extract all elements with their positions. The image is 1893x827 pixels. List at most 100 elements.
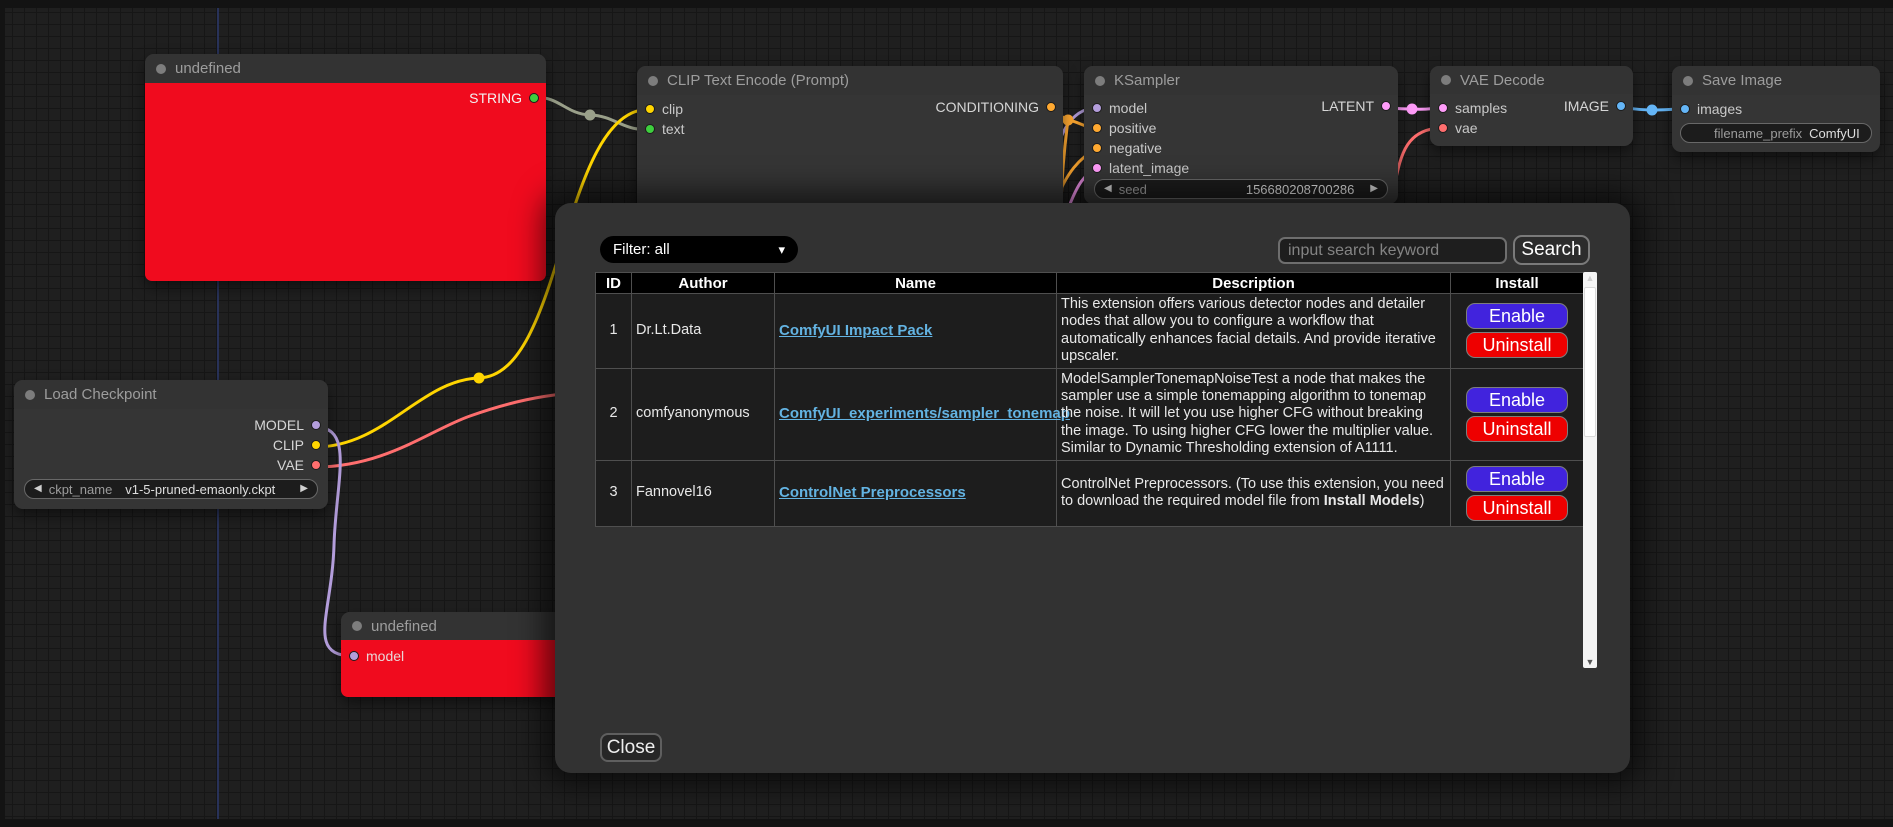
- description-cell: ControlNet Preprocessors. (To use this e…: [1057, 460, 1451, 526]
- output-slot-label: CONDITIONING: [936, 99, 1039, 115]
- search-button[interactable]: Search: [1513, 235, 1590, 265]
- node-title-bar[interactable]: undefined: [341, 612, 567, 640]
- node-title-bar[interactable]: KSampler: [1084, 66, 1398, 95]
- clip-slot-dot-icon[interactable]: [311, 440, 321, 450]
- latent-slot-dot-icon[interactable]: [1092, 163, 1102, 173]
- node-load-checkpoint[interactable]: Load Checkpoint MODEL CLIP VAE ◀ ckpt_na…: [14, 380, 328, 509]
- string-slot-dot-icon[interactable]: [529, 93, 539, 103]
- input-slot-model[interactable]: model: [341, 646, 567, 666]
- uninstall-button[interactable]: Uninstall: [1466, 332, 1568, 358]
- input-slot-negative[interactable]: negative: [1084, 138, 1398, 158]
- node-status-dot-icon: [1683, 76, 1693, 86]
- latent-slot-dot-icon[interactable]: [1438, 103, 1448, 113]
- output-slot-vae[interactable]: VAE: [277, 457, 321, 473]
- scrollbar-thumb[interactable]: [1584, 287, 1596, 437]
- node-body-error: STRING: [145, 83, 546, 281]
- enable-button[interactable]: Enable: [1466, 466, 1568, 492]
- model-slot-dot-icon[interactable]: [349, 651, 359, 661]
- widget-label: filename_prefix: [1714, 126, 1802, 141]
- table-header-row: ID Author Name Description Install: [596, 273, 1584, 294]
- description-cell: This extension offers various detector n…: [1057, 294, 1451, 369]
- reroute-dot-image: [1647, 105, 1658, 116]
- node-title-bar[interactable]: Save Image: [1672, 66, 1880, 95]
- extension-table: ID Author Name Description Install 1Dr.L…: [595, 272, 1584, 527]
- conditioning-slot-dot-icon[interactable]: [1046, 102, 1056, 112]
- vae-slot-dot-icon[interactable]: [311, 460, 321, 470]
- output-slot-label: MODEL: [254, 417, 304, 433]
- header-author: Author: [632, 273, 775, 294]
- input-slot-images[interactable]: images: [1672, 99, 1880, 119]
- input-slot-label: model: [1109, 100, 1147, 116]
- node-vae-decode[interactable]: VAE Decode samples vae IMAGE: [1430, 66, 1633, 146]
- latent-slot-dot-icon[interactable]: [1381, 101, 1391, 111]
- output-slot-string[interactable]: STRING: [469, 90, 539, 106]
- node-ksampler[interactable]: KSampler model positive negative latent_…: [1084, 66, 1398, 204]
- model-slot-dot-icon[interactable]: [311, 420, 321, 430]
- text-slot-dot-icon[interactable]: [645, 124, 655, 134]
- header-id: ID: [596, 273, 632, 294]
- table-row: 2comfyanonymousComfyUI_experiments/sampl…: [596, 368, 1584, 460]
- input-slot-positive[interactable]: positive: [1084, 118, 1398, 138]
- uninstall-button[interactable]: Uninstall: [1466, 416, 1568, 442]
- input-slot-label: samples: [1455, 100, 1507, 116]
- name-cell: ControlNet Preprocessors: [775, 460, 1057, 526]
- node-undefined-top[interactable]: undefined STRING: [145, 54, 546, 281]
- image-slot-dot-icon[interactable]: [1680, 104, 1690, 114]
- node-title: KSampler: [1114, 72, 1180, 89]
- node-undefined-bottom[interactable]: undefined model: [341, 612, 567, 697]
- decrement-arrow-icon[interactable]: ◀: [34, 484, 42, 494]
- input-slot-label: latent_image: [1109, 160, 1189, 176]
- input-slot-text[interactable]: text: [637, 119, 1063, 139]
- clip-slot-dot-icon[interactable]: [645, 104, 655, 114]
- extension-link[interactable]: ComfyUI Impact Pack: [779, 322, 932, 339]
- close-button[interactable]: Close: [600, 733, 662, 762]
- output-slot-conditioning[interactable]: CONDITIONING: [936, 99, 1056, 115]
- reroute-dot-string: [585, 110, 596, 121]
- ckpt-name-stepper[interactable]: ◀ ckpt_name v1-5-pruned-emaonly.ckpt ▶: [24, 479, 318, 499]
- input-slot-latent-image[interactable]: latent_image: [1084, 158, 1398, 178]
- install-cell: Enable Uninstall: [1451, 368, 1584, 460]
- model-slot-dot-icon[interactable]: [1092, 103, 1102, 113]
- node-title: CLIP Text Encode (Prompt): [667, 72, 849, 89]
- enable-button[interactable]: Enable: [1466, 303, 1568, 329]
- node-body-error: model: [341, 640, 567, 697]
- node-title-bar[interactable]: undefined: [145, 54, 546, 83]
- input-slot-label: clip: [662, 101, 683, 117]
- input-slot-vae[interactable]: vae: [1430, 118, 1633, 138]
- author-cell: Dr.Lt.Data: [632, 294, 775, 369]
- extension-link[interactable]: ComfyUI_experiments/sampler_tonemap: [779, 405, 1070, 422]
- search-input[interactable]: [1278, 237, 1507, 264]
- node-title-bar[interactable]: VAE Decode: [1430, 66, 1633, 94]
- scroll-up-icon[interactable]: ▲: [1583, 273, 1597, 283]
- output-slot-model[interactable]: MODEL: [254, 417, 321, 433]
- uninstall-button[interactable]: Uninstall: [1466, 495, 1568, 521]
- id-cell: 1: [596, 294, 632, 369]
- node-title-bar[interactable]: Load Checkpoint: [14, 380, 328, 409]
- input-slot-label: positive: [1109, 120, 1156, 136]
- output-slot-image[interactable]: IMAGE: [1564, 98, 1626, 114]
- install-cell: Enable Uninstall: [1451, 460, 1584, 526]
- node-title-bar[interactable]: CLIP Text Encode (Prompt): [637, 66, 1063, 95]
- output-slot-clip[interactable]: CLIP: [273, 437, 321, 453]
- output-slot-label: LATENT: [1321, 98, 1374, 114]
- increment-arrow-icon[interactable]: ▶: [1370, 184, 1378, 194]
- comfyui-canvas[interactable]: { "icons": { "decrement": "◀", "incremen…: [0, 0, 1893, 827]
- table-scrollbar[interactable]: ▲ ▼: [1583, 272, 1597, 668]
- filename-prefix-widget[interactable]: filename_prefix ComfyUI: [1680, 123, 1872, 143]
- image-slot-dot-icon[interactable]: [1616, 101, 1626, 111]
- conditioning-slot-dot-icon[interactable]: [1092, 123, 1102, 133]
- node-status-dot-icon: [156, 64, 166, 74]
- scroll-down-icon[interactable]: ▼: [1583, 657, 1597, 667]
- increment-arrow-icon[interactable]: ▶: [300, 484, 308, 494]
- description-cell: ModelSamplerTonemapNoiseTest a node that…: [1057, 368, 1451, 460]
- extension-link[interactable]: ControlNet Preprocessors: [779, 484, 966, 501]
- decrement-arrow-icon[interactable]: ◀: [1104, 184, 1112, 194]
- output-slot-latent[interactable]: LATENT: [1321, 98, 1391, 114]
- enable-button[interactable]: Enable: [1466, 387, 1568, 413]
- conditioning-slot-dot-icon[interactable]: [1092, 143, 1102, 153]
- input-slot-label: text: [662, 121, 685, 137]
- vae-slot-dot-icon[interactable]: [1438, 123, 1448, 133]
- node-save-image[interactable]: Save Image images filename_prefix ComfyU…: [1672, 66, 1880, 152]
- filter-select[interactable]: Filter: all ▾: [600, 236, 798, 263]
- seed-stepper[interactable]: ◀ seed 156680208700286 ▶: [1094, 179, 1388, 199]
